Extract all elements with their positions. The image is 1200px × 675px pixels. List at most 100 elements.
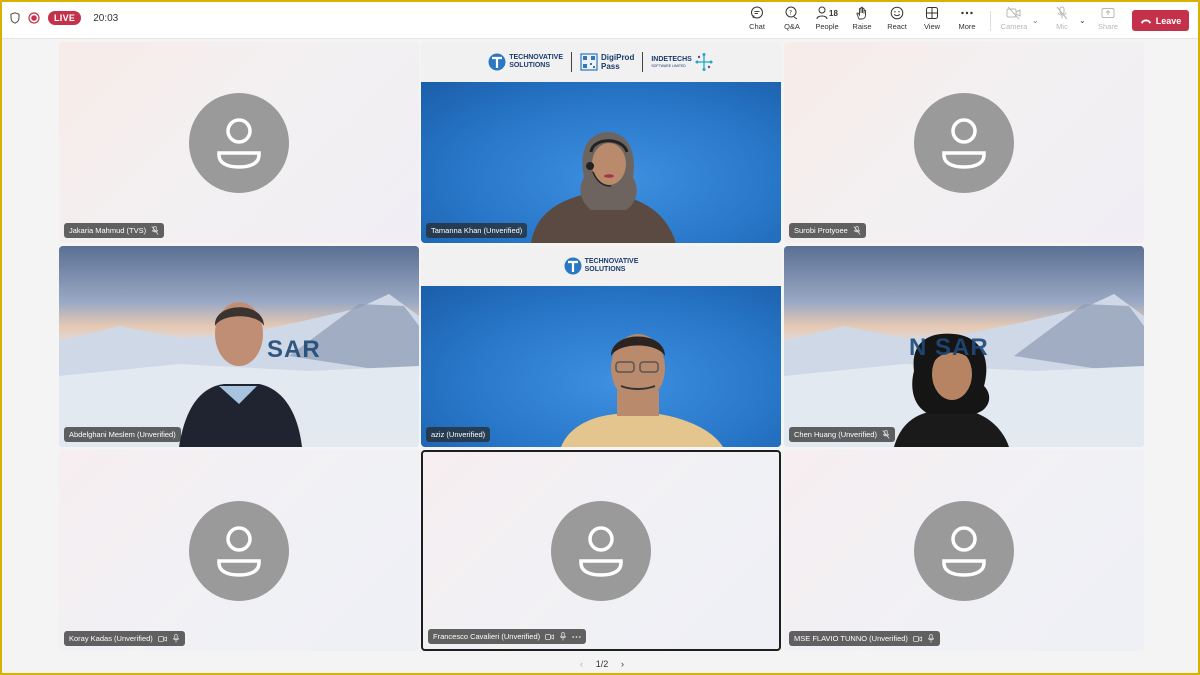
page-indicator: 1/2 <box>595 659 609 669</box>
camera-options-chevron-icon[interactable]: ⌄ <box>1032 16 1039 25</box>
participant-name: aziz (Unverified) <box>431 430 486 439</box>
view-label: View <box>923 22 941 31</box>
participant-name: Francesco Cavalieri (Unverified) <box>433 632 541 641</box>
participant-video-tile[interactable]: N SAR Chen Huang (Unverified) <box>784 246 1144 447</box>
participant-name: Chen Huang (Unverified) <box>794 430 877 439</box>
participant-name: Jakaria Mahmud (TVS) <box>69 226 147 235</box>
more-button[interactable]: More <box>947 6 987 36</box>
chat-button[interactable]: Chat <box>737 6 777 36</box>
participant-name-tag: Abdelghani Meslem (Unverified) <box>64 427 181 442</box>
meeting-timer: 20:03 <box>93 12 119 24</box>
leave-button[interactable]: Leave <box>1132 10 1189 31</box>
product-name-line1: DigiProd <box>601 53 635 62</box>
more-label: More <box>958 22 976 31</box>
participant-tile[interactable]: Koray Kadas (Unverified) <box>59 450 419 651</box>
mic-icon <box>172 634 179 643</box>
people-count: 18 <box>829 8 838 18</box>
network-dots-icon <box>695 53 713 71</box>
meeting-toolbar: LIVE 20:03 Chat ? Q&A 18 People Raise Re… <box>2 2 1198 39</box>
participant-name: Surobi Protyoee <box>794 226 848 235</box>
chat-icon <box>751 6 763 19</box>
mic-muted-icon <box>882 430 890 439</box>
view-button[interactable]: View <box>912 6 952 36</box>
technovative-mark-icon <box>564 257 582 275</box>
next-page-chevron-icon[interactable]: › <box>621 659 624 669</box>
toolbar-divider <box>990 11 991 31</box>
participant-name-tag: Francesco Cavalieri (Unverified) <box>428 629 587 644</box>
participant-video-tile[interactable]: TECHNOVATIVE SOLUTIONS DigiProd Pass IND… <box>421 42 781 243</box>
shield-icon[interactable] <box>10 12 20 24</box>
company-name-line2: SOLUTIONS <box>509 62 551 69</box>
participant-video-tile[interactable]: SAR Abdelghani Meslem (Unverified) <box>59 246 419 447</box>
smiley-icon <box>890 6 904 20</box>
participant-video-tile[interactable]: TECHNOVATIVE SOLUTIONS aziz (Unverified) <box>421 246 781 447</box>
mic-options-chevron-icon[interactable]: ⌄ <box>1079 16 1086 25</box>
camera-off-icon <box>157 635 167 642</box>
share-icon <box>1101 8 1115 18</box>
speaker-silhouette <box>561 334 723 447</box>
people-button[interactable]: 18 People <box>807 6 847 36</box>
participant-tile-selected[interactable]: Francesco Cavalieri (Unverified) <box>421 450 781 651</box>
background-brand-text: N SAR <box>909 334 989 361</box>
camera-button[interactable]: Camera <box>994 6 1034 36</box>
camera-off-icon <box>545 633 555 640</box>
mic-label: Mic <box>1056 22 1068 31</box>
product-name-line2: Pass <box>601 62 620 71</box>
participant-name-tag: aziz (Unverified) <box>426 427 491 442</box>
avatar-placeholder <box>189 500 289 601</box>
camera-label: Camera <box>1000 22 1028 31</box>
technovative-mark-icon <box>488 53 506 71</box>
indetechs-logo: INDETECHS SOFTWARE LIMITED <box>651 52 713 72</box>
logo-divider <box>642 52 644 72</box>
person-icon <box>579 525 623 577</box>
react-button[interactable]: React <box>877 6 917 36</box>
hang-up-icon <box>1140 19 1151 24</box>
live-badge: LIVE <box>48 11 82 25</box>
share-label: Share <box>1097 22 1118 31</box>
logo-banner: TECHNOVATIVE SOLUTIONS <box>421 246 781 286</box>
technovative-logo: TECHNOVATIVE SOLUTIONS <box>564 256 638 276</box>
participant-tile[interactable]: Jakaria Mahmud (TVS) <box>59 42 419 243</box>
mic-icon <box>928 634 934 643</box>
participant-tile[interactable]: MSE FLAVIO TUNNO (Unverified) <box>784 450 1144 651</box>
camera-off-icon <box>1006 6 1021 20</box>
qa-label: Q&A <box>784 22 800 31</box>
digiprod-logo: DigiProd Pass <box>580 53 634 71</box>
mic-button[interactable]: Mic <box>1042 6 1082 36</box>
qa-button[interactable]: ? Q&A <box>772 6 812 36</box>
previous-page-chevron-icon[interactable]: ‹ <box>580 659 583 669</box>
hand-icon <box>856 6 866 20</box>
partner-name: INDETECHS <box>651 56 692 63</box>
participant-tile[interactable]: Surobi Protyoee <box>784 42 1144 243</box>
participant-name-tag: Jakaria Mahmud (TVS) <box>64 223 165 238</box>
raise-hand-button[interactable]: Raise <box>842 6 882 36</box>
avatar-placeholder <box>914 500 1014 601</box>
qa-icon: ? <box>785 6 798 20</box>
leave-label: Leave <box>1155 15 1182 26</box>
participant-name: MSE FLAVIO TUNNO (Unverified) <box>794 634 908 643</box>
more-options-icon[interactable] <box>572 635 581 639</box>
logo-divider <box>571 52 572 72</box>
mic-off-icon <box>1056 6 1068 20</box>
grid-view-icon <box>926 7 938 19</box>
participant-name: Koray Kadas (Unverified) <box>69 634 153 643</box>
person-icon <box>942 525 986 577</box>
participant-name-tag: Chen Huang (Unverified) <box>789 427 895 442</box>
mic-icon <box>560 632 567 641</box>
participant-name-tag: Tamanna Khan (Unverified) <box>426 223 528 238</box>
people-label: People <box>815 22 839 31</box>
svg-text:?: ? <box>789 10 792 17</box>
mic-muted-icon <box>853 226 861 235</box>
background-brand-text: SAR <box>267 336 321 363</box>
toolbar-left: LIVE 20:03 <box>10 11 118 25</box>
people-icon <box>816 6 828 20</box>
partner-subtitle: SOFTWARE LIMITED <box>651 64 686 68</box>
company-name-line2: SOLUTIONS <box>584 266 626 273</box>
mountain-scene <box>59 294 419 447</box>
share-button[interactable]: Share <box>1088 6 1128 36</box>
avatar-placeholder <box>551 500 651 601</box>
person-icon <box>942 117 986 169</box>
logo-banner: TECHNOVATIVE SOLUTIONS DigiProd Pass IND… <box>421 42 781 82</box>
camera-off-icon <box>913 635 922 642</box>
video-feed <box>421 286 781 447</box>
